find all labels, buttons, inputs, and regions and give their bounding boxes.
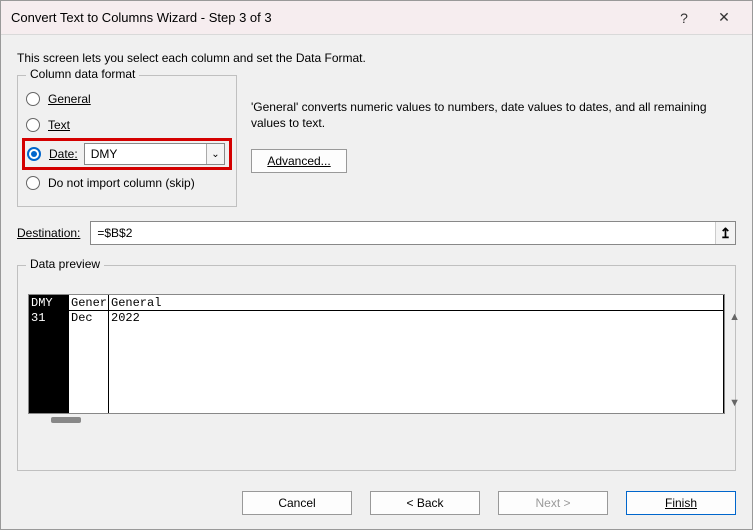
radio-text-label: Text <box>48 118 70 132</box>
destination-row: Destination: ↥ <box>17 221 736 245</box>
cancel-button[interactable]: Cancel <box>242 491 352 515</box>
instruction-text: This screen lets you select each column … <box>17 51 736 65</box>
preview-headers: DMY Gener General <box>29 295 724 311</box>
data-preview-group: Data preview DMY Gener General 31 Dec 20… <box>17 265 736 471</box>
preview-header-1[interactable]: DMY <box>29 295 69 310</box>
destination-label: Destination: <box>17 226 80 240</box>
date-format-value: DMY <box>85 147 206 161</box>
format-legend: Column data format <box>26 67 139 81</box>
preview-cell-3[interactable]: 2022 <box>109 311 724 413</box>
range-picker-icon[interactable]: ↥ <box>715 222 735 244</box>
date-format-select[interactable]: DMY ⌄ <box>84 143 225 165</box>
preview-header-2[interactable]: Gener <box>69 295 109 310</box>
preview-box[interactable]: DMY Gener General 31 Dec 2022 ▲ ▼ <box>28 294 725 414</box>
radio-skip-row[interactable]: Do not import column (skip) <box>26 170 228 196</box>
preview-legend: Data preview <box>26 257 104 271</box>
format-row: Column data format General Text Date: DM… <box>17 75 736 221</box>
destination-input-wrap: ↥ <box>90 221 736 245</box>
dialog-buttons: Cancel < Back Next > Finish <box>1 483 752 529</box>
scroll-up-icon[interactable]: ▲ <box>729 311 740 323</box>
advanced-button[interactable]: Advanced... <box>251 149 347 173</box>
preview-cell-1[interactable]: 31 <box>29 311 69 413</box>
format-description: 'General' converts numeric values to num… <box>251 99 726 131</box>
radio-text[interactable] <box>26 118 40 132</box>
format-side-panel: 'General' converts numeric values to num… <box>237 75 736 173</box>
finish-button[interactable]: Finish <box>626 491 736 515</box>
help-icon[interactable]: ? <box>664 3 704 33</box>
back-button[interactable]: < Back <box>370 491 480 515</box>
radio-date-label: Date: <box>49 147 78 161</box>
titlebar: Convert Text to Columns Wizard - Step 3 … <box>1 1 752 35</box>
date-row-highlight: Date: DMY ⌄ <box>22 138 232 170</box>
close-icon[interactable]: ✕ <box>704 3 744 33</box>
chevron-down-icon[interactable]: ⌄ <box>206 144 224 164</box>
radio-general-row[interactable]: General <box>26 86 228 112</box>
column-data-format-group: Column data format General Text Date: DM… <box>17 75 237 207</box>
preview-cell-2[interactable]: Dec <box>69 311 109 413</box>
preview-row: 31 Dec 2022 <box>29 311 724 413</box>
preview-header-3[interactable]: General <box>109 295 724 310</box>
next-button: Next > <box>498 491 608 515</box>
dialog-content: This screen lets you select each column … <box>1 35 752 483</box>
radio-general-label: General <box>48 92 91 106</box>
wizard-dialog: Convert Text to Columns Wizard - Step 3 … <box>0 0 753 530</box>
radio-general[interactable] <box>26 92 40 106</box>
radio-skip-label: Do not import column (skip) <box>48 176 195 190</box>
horizontal-scroll-handle[interactable] <box>51 417 81 423</box>
radio-skip[interactable] <box>26 176 40 190</box>
radio-date[interactable] <box>27 147 41 161</box>
destination-input[interactable] <box>91 222 715 244</box>
scroll-down-icon[interactable]: ▼ <box>729 397 740 409</box>
dialog-title: Convert Text to Columns Wizard - Step 3 … <box>11 10 664 25</box>
radio-text-row[interactable]: Text <box>26 112 228 138</box>
